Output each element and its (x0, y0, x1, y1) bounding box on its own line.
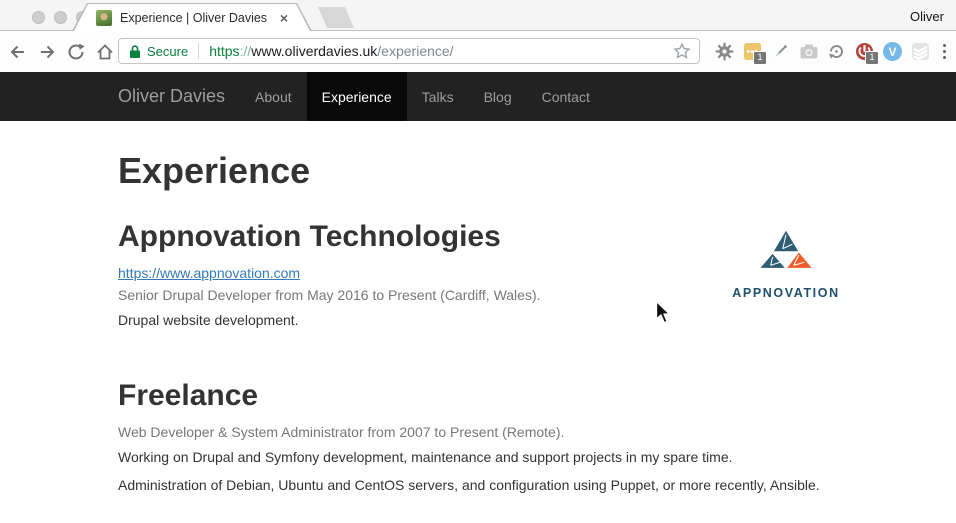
menu-dot (943, 44, 947, 48)
session-refresh-extension-button[interactable] (827, 42, 847, 62)
session-refresh-icon (827, 42, 846, 61)
tab-strip: Experience | Oliver Davies × Oliver (0, 0, 956, 31)
star-icon (673, 42, 691, 60)
vimeo-extension-button[interactable]: V (883, 42, 903, 62)
experience-section-appnovation: Appnovation Technologies https://www.app… (118, 222, 840, 328)
browser-menu-button[interactable] (939, 44, 951, 60)
camera-icon (799, 42, 819, 61)
job-description: Drupal website development. (118, 312, 840, 328)
company-link[interactable]: https://www.appnovation.com (118, 265, 300, 281)
experience-section-freelance: Freelance Web Developer & System Adminis… (118, 381, 840, 493)
minimize-window-button[interactable] (54, 11, 67, 24)
home-button[interactable] (93, 40, 117, 64)
vimeo-icon: V (883, 42, 902, 61)
job-meta: Web Developer & System Administrator fro… (118, 424, 840, 440)
nav-item-experience[interactable]: Experience (307, 72, 407, 121)
url-host: www.oliverdavies.uk (251, 43, 377, 59)
todoist-icon (911, 42, 930, 61)
home-icon (94, 41, 116, 63)
tab-favicon (96, 10, 112, 26)
url-separator: :// (240, 43, 252, 59)
job-title: Freelance (118, 381, 840, 411)
forward-button[interactable] (35, 40, 59, 64)
forward-arrow-icon (36, 41, 58, 63)
reload-icon (65, 41, 87, 63)
address-bar[interactable]: Secure https://www.oliverdavies.uk/exper… (118, 38, 700, 64)
site-brand-link[interactable]: Oliver Davies (103, 72, 240, 121)
url-scheme: https (209, 43, 239, 59)
sticky-notes-extension-button[interactable]: 1 (743, 42, 763, 62)
appnovation-triangles-icon (754, 222, 818, 278)
back-button[interactable] (6, 40, 30, 64)
secure-label: Secure (147, 44, 188, 59)
menu-dot (943, 56, 947, 60)
profile-name-label: Oliver (910, 9, 944, 24)
extension-badge: 1 (753, 51, 766, 65)
url-text[interactable]: https://www.oliverdavies.uk/experience/ (209, 43, 453, 59)
browser-toolbar: Secure https://www.oliverdavies.uk/exper… (0, 31, 956, 72)
secure-lock-icon (129, 44, 141, 59)
nav-item-talks[interactable]: Talks (407, 72, 469, 121)
page-title: Experience (118, 151, 840, 191)
tab-close-icon[interactable]: × (280, 11, 288, 25)
url-path: /experience/ (377, 43, 453, 59)
nav-item-contact[interactable]: Contact (527, 72, 605, 121)
tab-title: Experience | Oliver Davies (120, 11, 272, 25)
camera-extension-button[interactable] (799, 42, 819, 62)
todoist-extension-button[interactable] (911, 42, 931, 62)
extensions-row: 1 (715, 31, 951, 72)
active-tab[interactable]: Experience | Oliver Davies × (72, 3, 312, 31)
appnovation-wordmark: APPNOVATION (726, 286, 846, 300)
gear-extension-button[interactable] (715, 42, 735, 62)
gear-icon (715, 42, 734, 61)
back-arrow-icon (7, 41, 29, 63)
appnovation-logo: APPNOVATION (726, 222, 846, 300)
eyedropper-icon (771, 42, 790, 61)
job-description: Administration of Debian, Ubuntu and Cen… (118, 477, 840, 493)
page-content: Experience Appnovation Technologies http… (118, 121, 840, 505)
eyedropper-extension-button[interactable] (771, 42, 791, 62)
new-tab-button[interactable] (318, 7, 354, 28)
reload-button[interactable] (64, 40, 88, 64)
nav-item-about[interactable]: About (240, 72, 307, 121)
extension-badge: 1 (865, 51, 878, 65)
omnibox-divider (198, 43, 199, 59)
nav-item-blog[interactable]: Blog (469, 72, 527, 121)
menu-dot (943, 50, 947, 54)
mouse-cursor (655, 300, 672, 325)
bookmark-star-button[interactable] (673, 42, 691, 60)
close-window-button[interactable] (32, 11, 45, 24)
power-blocker-extension-button[interactable]: 1 (855, 42, 875, 62)
site-navbar: Oliver Davies About Experience Talks Blo… (0, 72, 956, 121)
job-description: Working on Drupal and Symfony developmen… (118, 449, 840, 465)
